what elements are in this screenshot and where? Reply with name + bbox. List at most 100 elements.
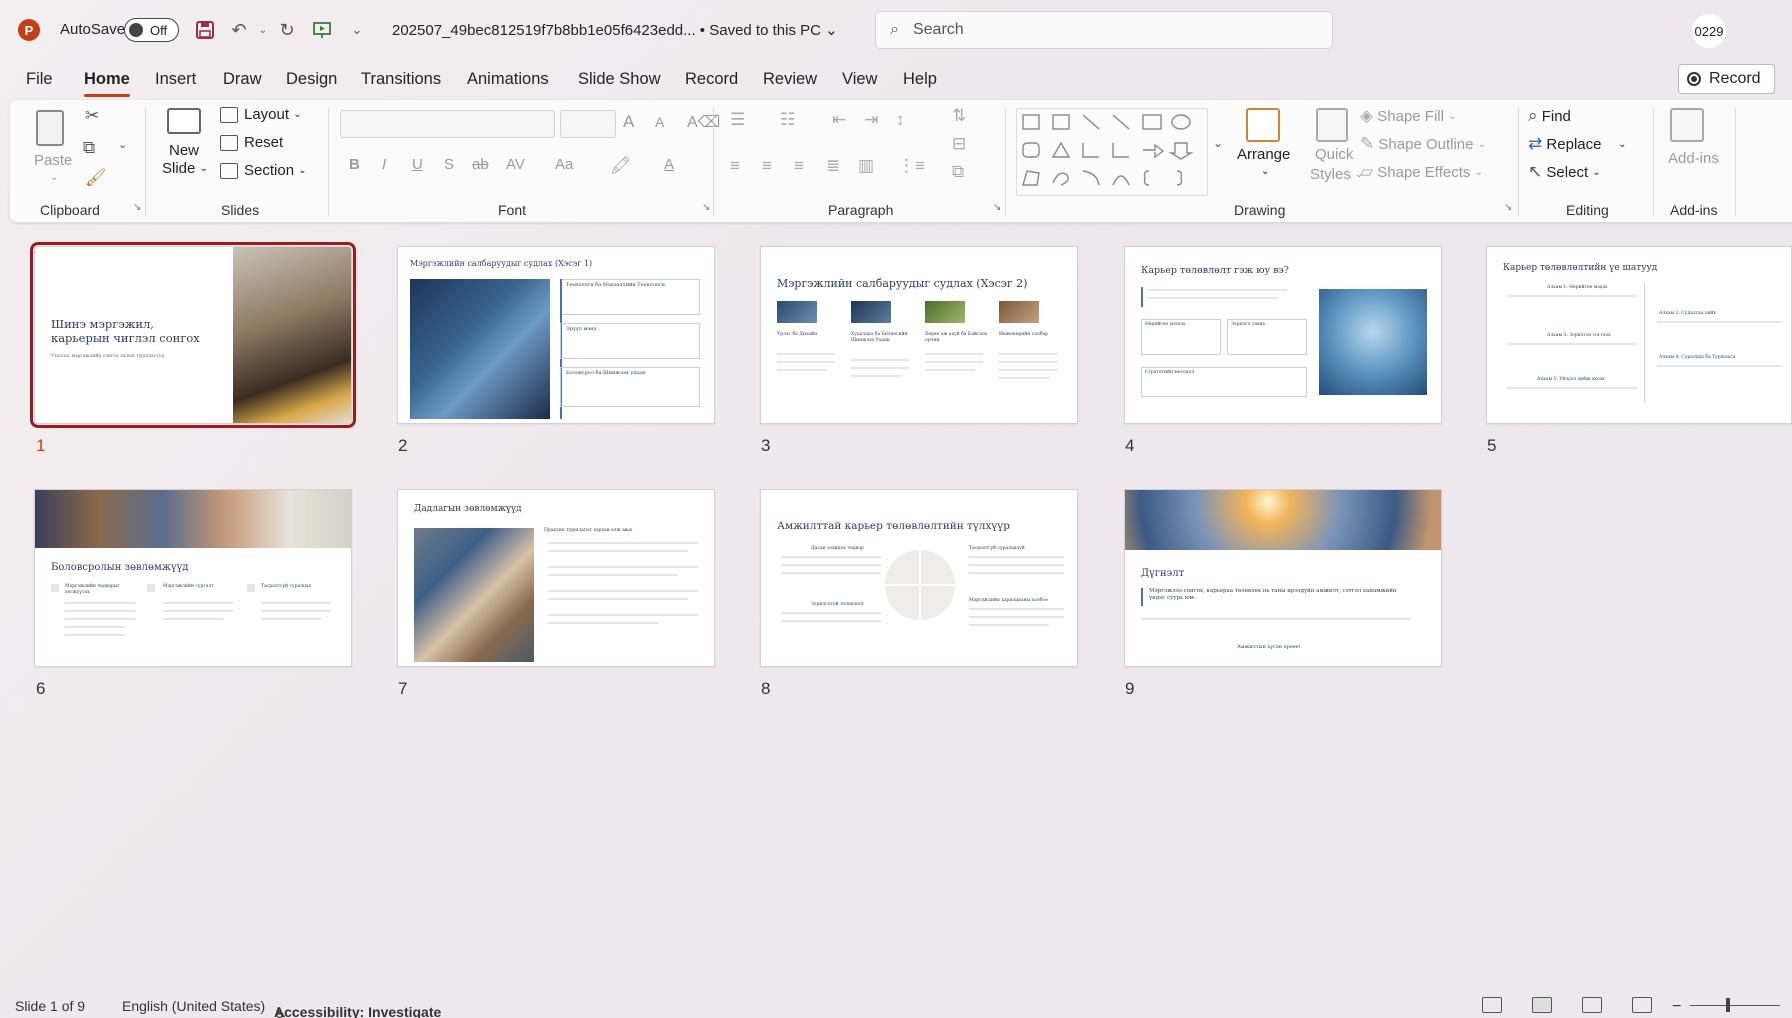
font-name-input[interactable] [340,110,555,138]
redo-icon[interactable]: ↻ [274,17,300,43]
align-left-icon[interactable]: ≡ [730,156,740,176]
arrange-icon[interactable] [1246,108,1280,142]
slide-thumbnail-6[interactable]: Боловсролын зөвлөмжүүд Мэргэжлийн чадвар… [34,489,352,667]
arrange-button[interactable]: Arrange [1237,146,1290,163]
bold-button[interactable]: B [349,156,360,173]
numbering-icon[interactable]: ☷ [780,110,795,130]
paste-icon[interactable] [36,110,64,146]
font-size-input[interactable] [560,110,616,138]
copy-icon[interactable]: ⧉ [83,138,95,158]
justify-icon[interactable]: ≣ [826,156,840,176]
start-slideshow-icon[interactable] [309,17,335,43]
zoom-slider[interactable] [1690,1005,1780,1006]
slide-thumbnail-7[interactable]: Дадлагын зөвлөмжүүд Практик туршлагыг хэ… [397,489,715,667]
slide-thumbnail-3[interactable]: Мэргэжлийн салбаруудыг судлах (Хэсэг 2) … [760,246,1078,424]
replace-button[interactable]: ⇄ Replace ⌄ [1528,134,1627,154]
shape-effects-button[interactable]: ▱ Shape Effects ⌄ [1360,162,1483,182]
slide-thumbnail-9[interactable]: Дүгнэлт Мэргэжлээ сонгох, карьераа төлөв… [1124,489,1442,667]
normal-view-icon[interactable] [1482,997,1502,1013]
align-text-icon[interactable]: ⊟ [952,134,966,154]
reset-button[interactable]: Reset [220,134,283,151]
paste-dropdown-icon[interactable]: ⌄ [50,172,58,183]
italic-button[interactable]: I [382,156,386,173]
tab-transitions[interactable]: Transitions [361,70,441,89]
slide-thumbnail-2[interactable]: Мэргэжлийн салбаруудыг судлах (Хэсэг 1) … [397,246,715,424]
smartart-icon[interactable]: ⧉ [952,162,964,182]
format-painter-icon[interactable]: 🖌 [85,168,107,188]
underline-button[interactable]: U [412,156,423,173]
language-indicator[interactable]: English (United States) [122,998,265,1014]
paragraph-spacing-icon[interactable]: ⋮≡ [898,156,925,176]
slide-thumbnail-4[interactable]: Карьер төлөвлөлт гэж юу вэ? Өөрийгөө үнэ… [1124,246,1442,424]
save-icon[interactable] [192,17,218,43]
section-button[interactable]: Section ⌄ [220,162,307,179]
paragraph-launcher-icon[interactable]: ↘ [993,202,1001,213]
select-button[interactable]: ↖ Select ⌄ [1528,162,1601,182]
tab-draw[interactable]: Draw [223,70,262,89]
avatar[interactable]: 0229 [1692,14,1726,48]
cut-icon[interactable]: ✂ [85,106,99,126]
slide-thumbnail-8[interactable]: Амжилттай карьер төлөвлөлтийн түлхүүр Да… [760,489,1078,667]
shrink-font-button[interactable]: A [655,114,664,130]
font-launcher-icon[interactable]: ↘ [702,202,710,213]
tab-home[interactable]: Home [84,70,130,97]
shapes-gallery[interactable] [1016,108,1208,196]
clipboard-launcher-icon[interactable]: ↘ [133,202,141,213]
customize-toolbar-icon[interactable]: ⌄ [344,17,370,43]
new-slide-icon[interactable] [167,108,201,134]
new-slide-label-1[interactable]: New [169,142,199,159]
search-input[interactable]: ⌕ Search [875,11,1333,49]
text-direction-icon[interactable]: ⇅ [952,106,966,126]
tab-design[interactable]: Design [286,70,337,89]
slide-sorter-icon[interactable] [1532,997,1552,1013]
decrease-indent-icon[interactable]: ⇤ [832,110,846,130]
tab-help[interactable]: Help [903,70,937,89]
arrange-dropdown-icon[interactable]: ⌄ [1261,166,1269,177]
change-case-button[interactable]: Aa [555,156,573,173]
tab-view[interactable]: View [842,70,877,89]
bullets-icon[interactable]: ☰ [730,110,745,130]
paste-button[interactable]: Paste [34,152,72,169]
autosave-toggle[interactable]: Off [124,18,179,42]
slide-thumbnail-1[interactable]: Шинэ мэргэжил, карьерын чиглэл сонгох Ух… [30,242,356,428]
slideshow-view-icon[interactable] [1632,997,1652,1013]
gallery-more-icon[interactable]: ⌄ [1213,136,1223,150]
document-title[interactable]: 202507_49bec812519f7b8bb1e05f6423edd... … [392,21,838,39]
add-ins-icon[interactable] [1670,108,1704,142]
undo-dropdown-icon[interactable]: ⌄ [250,17,276,43]
slide-thumbnail-5[interactable]: Карьер төлөвлөлтийн үе шатууд Алхам 1: Ө… [1486,246,1792,424]
undo-icon[interactable]: ↶ [226,17,252,43]
drawing-launcher-icon[interactable]: ↘ [1504,202,1512,213]
highlight-color-icon[interactable]: 🖍 [610,156,632,176]
strikethrough-button[interactable]: ab [472,156,489,173]
tab-file[interactable]: File [26,70,53,89]
add-ins-button[interactable]: Add-ins [1668,150,1719,167]
reading-view-icon[interactable] [1582,997,1602,1013]
tab-record[interactable]: Record [685,70,738,89]
shape-outline-button[interactable]: ✎ Shape Outline ⌄ [1360,134,1486,154]
align-center-icon[interactable]: ≡ [762,156,772,176]
grow-font-button[interactable]: A [623,112,634,132]
font-color-icon[interactable]: A [664,156,674,173]
layout-button[interactable]: Layout ⌄ [220,106,302,123]
zoom-out-icon[interactable]: − [1672,998,1681,1016]
find-button[interactable]: ⌕ Find [1528,106,1571,126]
tab-slide-show[interactable]: Slide Show [578,70,661,89]
shape-fill-button[interactable]: ◈ Shape Fill ⌄ [1360,106,1457,126]
increase-indent-icon[interactable]: ⇥ [864,110,878,130]
new-slide-button[interactable]: Slide ⌄ [162,160,208,177]
record-button[interactable]: Record [1678,64,1775,94]
tab-insert[interactable]: Insert [155,70,196,89]
character-spacing-button[interactable]: AV [506,156,525,173]
quick-styles-label-1[interactable]: Quick [1315,146,1353,163]
copy-dropdown-icon[interactable]: ⌄ [118,138,127,151]
tab-animations[interactable]: Animations [467,70,549,89]
quick-styles-button[interactable]: Styles ⌄ [1310,166,1363,183]
zoom-slider-thumb[interactable] [1726,998,1730,1012]
align-right-icon[interactable]: ≡ [794,156,804,176]
clear-formatting-icon[interactable]: A⌫ [687,112,720,132]
text-shadow-button[interactable]: S [444,156,454,173]
line-spacing-icon[interactable]: ↕ [896,110,905,130]
quick-styles-icon[interactable] [1316,108,1348,142]
columns-icon[interactable]: ▥ [858,156,874,176]
